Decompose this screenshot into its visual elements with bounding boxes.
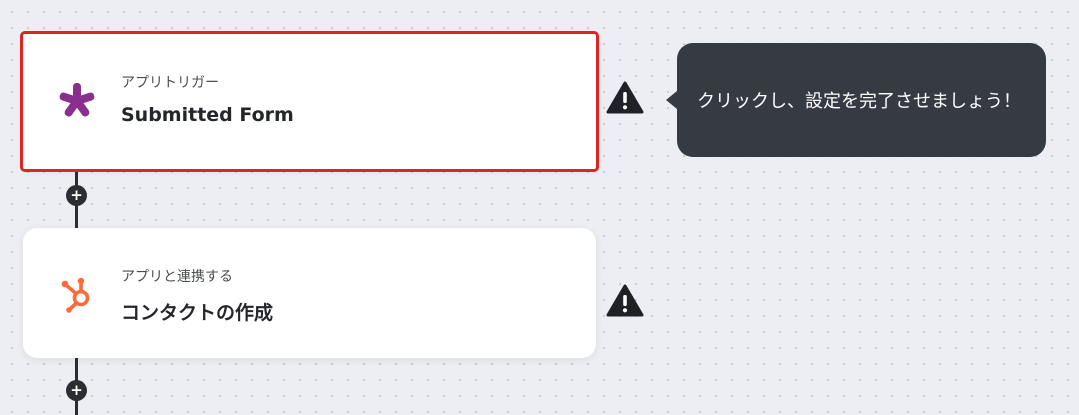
setup-hint-tooltip: クリックし、設定を完了させましょう！ — [666, 43, 1046, 157]
warning-icon — [606, 81, 644, 115]
add-step-button[interactable]: + — [66, 185, 87, 206]
trigger-step-card[interactable]: アプリトリガー Submitted Form — [20, 31, 599, 172]
action-step-card[interactable]: アプリと連携する コンタクトの作成 — [23, 228, 596, 358]
tooltip-text: クリックし、設定を完了させましょう！ — [697, 91, 1021, 112]
hubspot-icon — [55, 272, 99, 316]
step-type-label: アプリと連携する — [121, 269, 233, 285]
warning-icon — [606, 284, 644, 318]
step-type-label: アプリトリガー — [121, 75, 219, 91]
step-title: コンタクトの作成 — [121, 302, 274, 324]
add-step-button[interactable]: + — [66, 380, 87, 401]
plus-icon: + — [70, 381, 83, 399]
asterisk-icon — [55, 79, 99, 123]
step-title: Submitted Form — [121, 104, 294, 126]
plus-icon: + — [70, 186, 83, 204]
